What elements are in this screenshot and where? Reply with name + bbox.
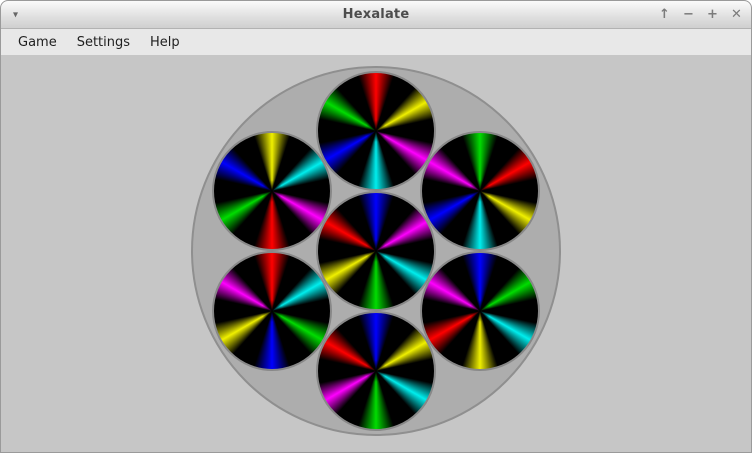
wheel-bottom-left[interactable] — [212, 251, 332, 371]
wheel-bottom[interactable] — [316, 311, 436, 431]
window-title: Hexalate — [343, 7, 410, 22]
maximize-button[interactable]: + — [705, 6, 720, 24]
game-area — [1, 55, 751, 452]
menu-settings[interactable]: Settings — [67, 32, 140, 53]
window-menu-icon[interactable]: ▾ — [13, 9, 18, 20]
menubar: Game Settings Help — [1, 29, 751, 55]
wheel-top-left[interactable] — [212, 131, 332, 251]
wheel-top-right[interactable] — [420, 131, 540, 251]
menu-game[interactable]: Game — [8, 32, 67, 53]
minimize-button[interactable]: − — [681, 6, 696, 24]
close-button[interactable]: ✕ — [729, 6, 744, 24]
hexalate-window: ▾ Hexalate ↑ − + ✕ Game Settings Help — [0, 0, 752, 453]
window-controls: ↑ − + ✕ — [657, 1, 744, 28]
menu-help[interactable]: Help — [140, 32, 190, 53]
titlebar: ▾ Hexalate ↑ − + ✕ — [1, 1, 751, 29]
shade-button[interactable]: ↑ — [657, 6, 672, 24]
wheel-top[interactable] — [316, 71, 436, 191]
wheel-center[interactable] — [316, 191, 436, 311]
wheel-bottom-right[interactable] — [420, 251, 540, 371]
